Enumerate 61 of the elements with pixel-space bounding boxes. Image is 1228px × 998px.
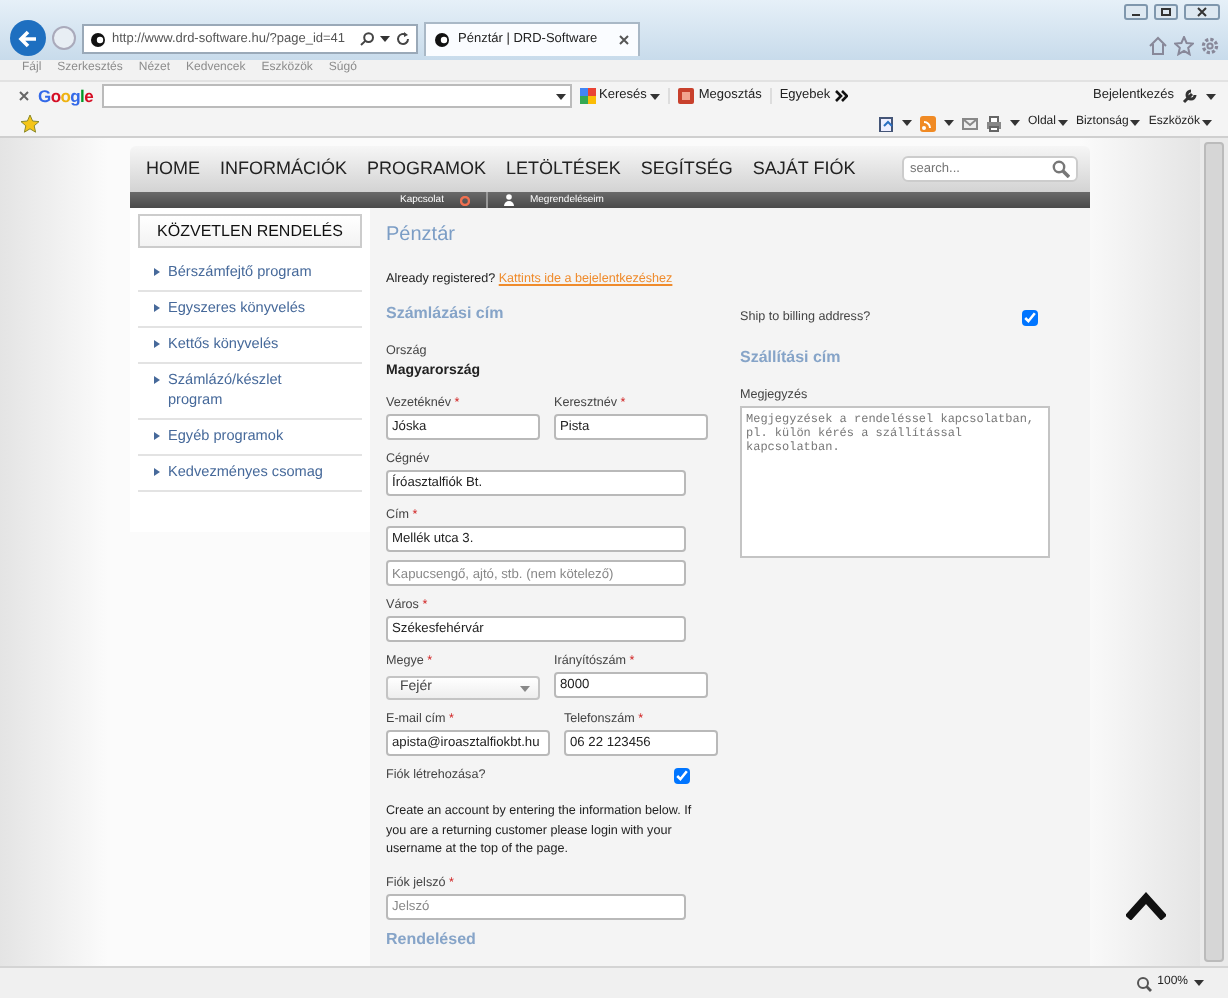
back-to-top-button[interactable] bbox=[1126, 892, 1166, 920]
nav-link[interactable]: INFORMÁCIÓK bbox=[220, 158, 348, 180]
search-field[interactable] bbox=[101, 84, 572, 108]
section-heading: Számlázási cím bbox=[386, 303, 506, 323]
caret-icon[interactable] bbox=[650, 93, 661, 99]
maximize-icon[interactable] bbox=[1154, 4, 1178, 20]
section-heading: Szállítási cím bbox=[740, 347, 843, 367]
search-icon[interactable] bbox=[1052, 160, 1070, 178]
nav-link[interactable]: HOME bbox=[146, 158, 200, 180]
home-page-icon[interactable] bbox=[877, 115, 894, 131]
close-icon[interactable] bbox=[618, 34, 630, 46]
scrollbar[interactable] bbox=[1200, 138, 1228, 966]
caret-icon bbox=[520, 685, 530, 692]
mail-icon[interactable] bbox=[961, 115, 978, 131]
minimize-icon[interactable] bbox=[1124, 4, 1148, 20]
close-icon[interactable] bbox=[18, 90, 30, 102]
bullet-icon bbox=[154, 468, 160, 476]
double-chevron-icon bbox=[834, 89, 849, 102]
search-icon[interactable] bbox=[360, 32, 374, 46]
bullet-icon bbox=[154, 304, 160, 312]
google-logo: Google bbox=[38, 85, 94, 107]
share-icon bbox=[678, 88, 695, 104]
sidebar-title: KÖZVETLEN RENDELÉS bbox=[138, 214, 362, 248]
star-icon[interactable] bbox=[1174, 36, 1194, 56]
checkbox[interactable] bbox=[1022, 309, 1038, 326]
caret-icon bbox=[1130, 120, 1141, 126]
nav-link[interactable]: SEGÍTSÉG bbox=[640, 158, 733, 180]
caret-icon[interactable] bbox=[1206, 93, 1216, 99]
page-title: Pénztár bbox=[386, 224, 457, 248]
back-arrow-icon bbox=[18, 29, 38, 47]
back-button[interactable] bbox=[10, 20, 46, 56]
site-favicon-icon bbox=[434, 32, 450, 48]
nav-link[interactable]: SAJÁT FIÓK bbox=[752, 158, 856, 180]
bullet-icon bbox=[154, 376, 160, 384]
printer-icon[interactable] bbox=[985, 115, 1002, 131]
caret-icon bbox=[1057, 120, 1068, 126]
search-icon bbox=[579, 88, 596, 104]
nav-link[interactable]: LETÖLTÉSEK bbox=[506, 158, 621, 180]
caret-icon[interactable] bbox=[380, 36, 390, 42]
wrench-icon[interactable] bbox=[1182, 88, 1198, 104]
bullet-icon bbox=[154, 340, 160, 348]
close-icon[interactable] bbox=[1184, 4, 1220, 20]
refresh-icon[interactable] bbox=[396, 32, 410, 46]
settings-icon[interactable] bbox=[1200, 36, 1220, 56]
caret-icon[interactable] bbox=[1009, 120, 1020, 126]
chevron-up-icon bbox=[1126, 892, 1166, 920]
site-favicon-icon bbox=[90, 31, 106, 47]
nav-link[interactable]: PROGRAMOK bbox=[367, 158, 487, 180]
zoom-icon bbox=[1135, 975, 1152, 991]
favorites-star-icon[interactable] bbox=[20, 113, 40, 133]
checkbox[interactable] bbox=[674, 768, 690, 785]
contact-icon bbox=[459, 195, 470, 205]
bullet-icon bbox=[154, 432, 160, 440]
section-heading: Rendelésed bbox=[386, 929, 478, 949]
caret-icon[interactable] bbox=[943, 120, 954, 126]
caret-icon[interactable] bbox=[901, 120, 912, 126]
home-icon[interactable] bbox=[1148, 36, 1168, 56]
caret-icon[interactable] bbox=[1194, 980, 1204, 986]
caret-icon[interactable] bbox=[555, 93, 566, 99]
bullet-icon bbox=[154, 268, 160, 276]
caret-icon bbox=[1202, 120, 1212, 126]
